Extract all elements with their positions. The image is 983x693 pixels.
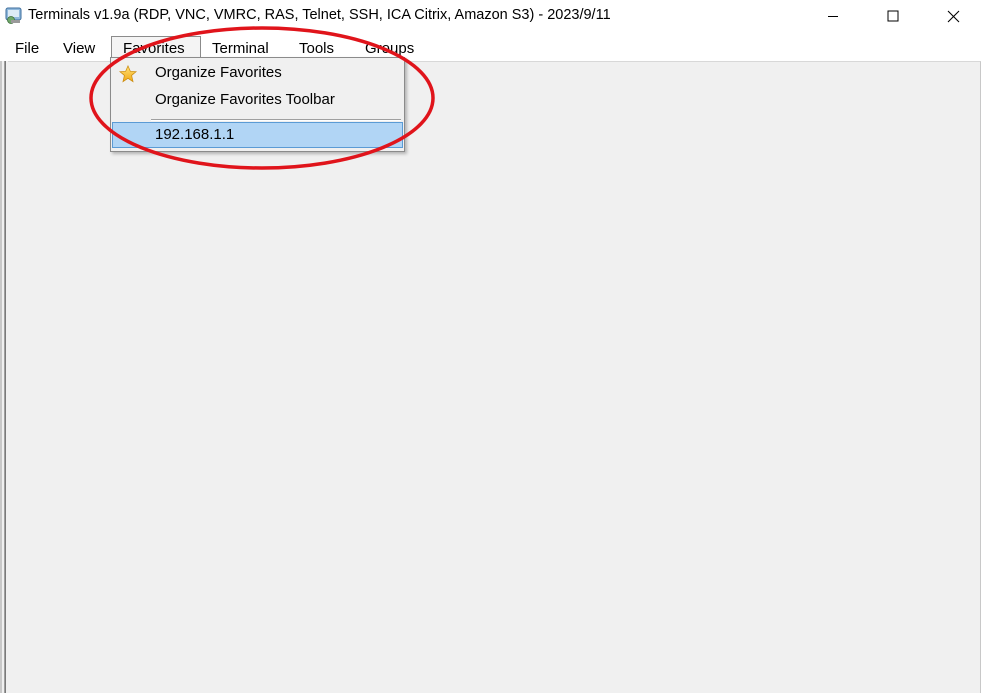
title-bar: Terminals v1.9a (RDP, VNC, VMRC, RAS, Te… <box>0 0 983 32</box>
minimize-icon <box>828 16 838 17</box>
menu-item-label: 192.168.1.1 <box>155 126 235 143</box>
menu-view[interactable]: View <box>55 36 103 60</box>
star-icon <box>119 65 137 83</box>
menu-item-favorite-192-168-1-1[interactable]: 192.168.1.1 <box>112 122 403 148</box>
menu-file[interactable]: File <box>7 36 47 60</box>
menu-item-label: Organize Favorites <box>155 64 282 81</box>
splitter-handle[interactable] <box>0 61 8 693</box>
favorites-dropdown-menu: Organize Favorites Organize Favorites To… <box>110 57 405 152</box>
close-button[interactable] <box>925 0 981 32</box>
menu-separator <box>151 119 401 121</box>
window-title: Terminals v1.9a (RDP, VNC, VMRC, RAS, Te… <box>28 7 611 23</box>
terminal-workspace <box>8 61 981 693</box>
menu-item-organize-favorites[interactable]: Organize Favorites <box>113 60 402 86</box>
terminals-app-icon <box>5 7 22 24</box>
maximize-icon <box>887 10 899 22</box>
menu-item-organize-favorites-toolbar[interactable]: Organize Favorites Toolbar <box>113 87 402 113</box>
maximize-button[interactable] <box>865 0 921 32</box>
minimize-button[interactable] <box>805 0 861 32</box>
menu-item-label: Organize Favorites Toolbar <box>155 91 335 108</box>
close-icon <box>947 10 959 22</box>
